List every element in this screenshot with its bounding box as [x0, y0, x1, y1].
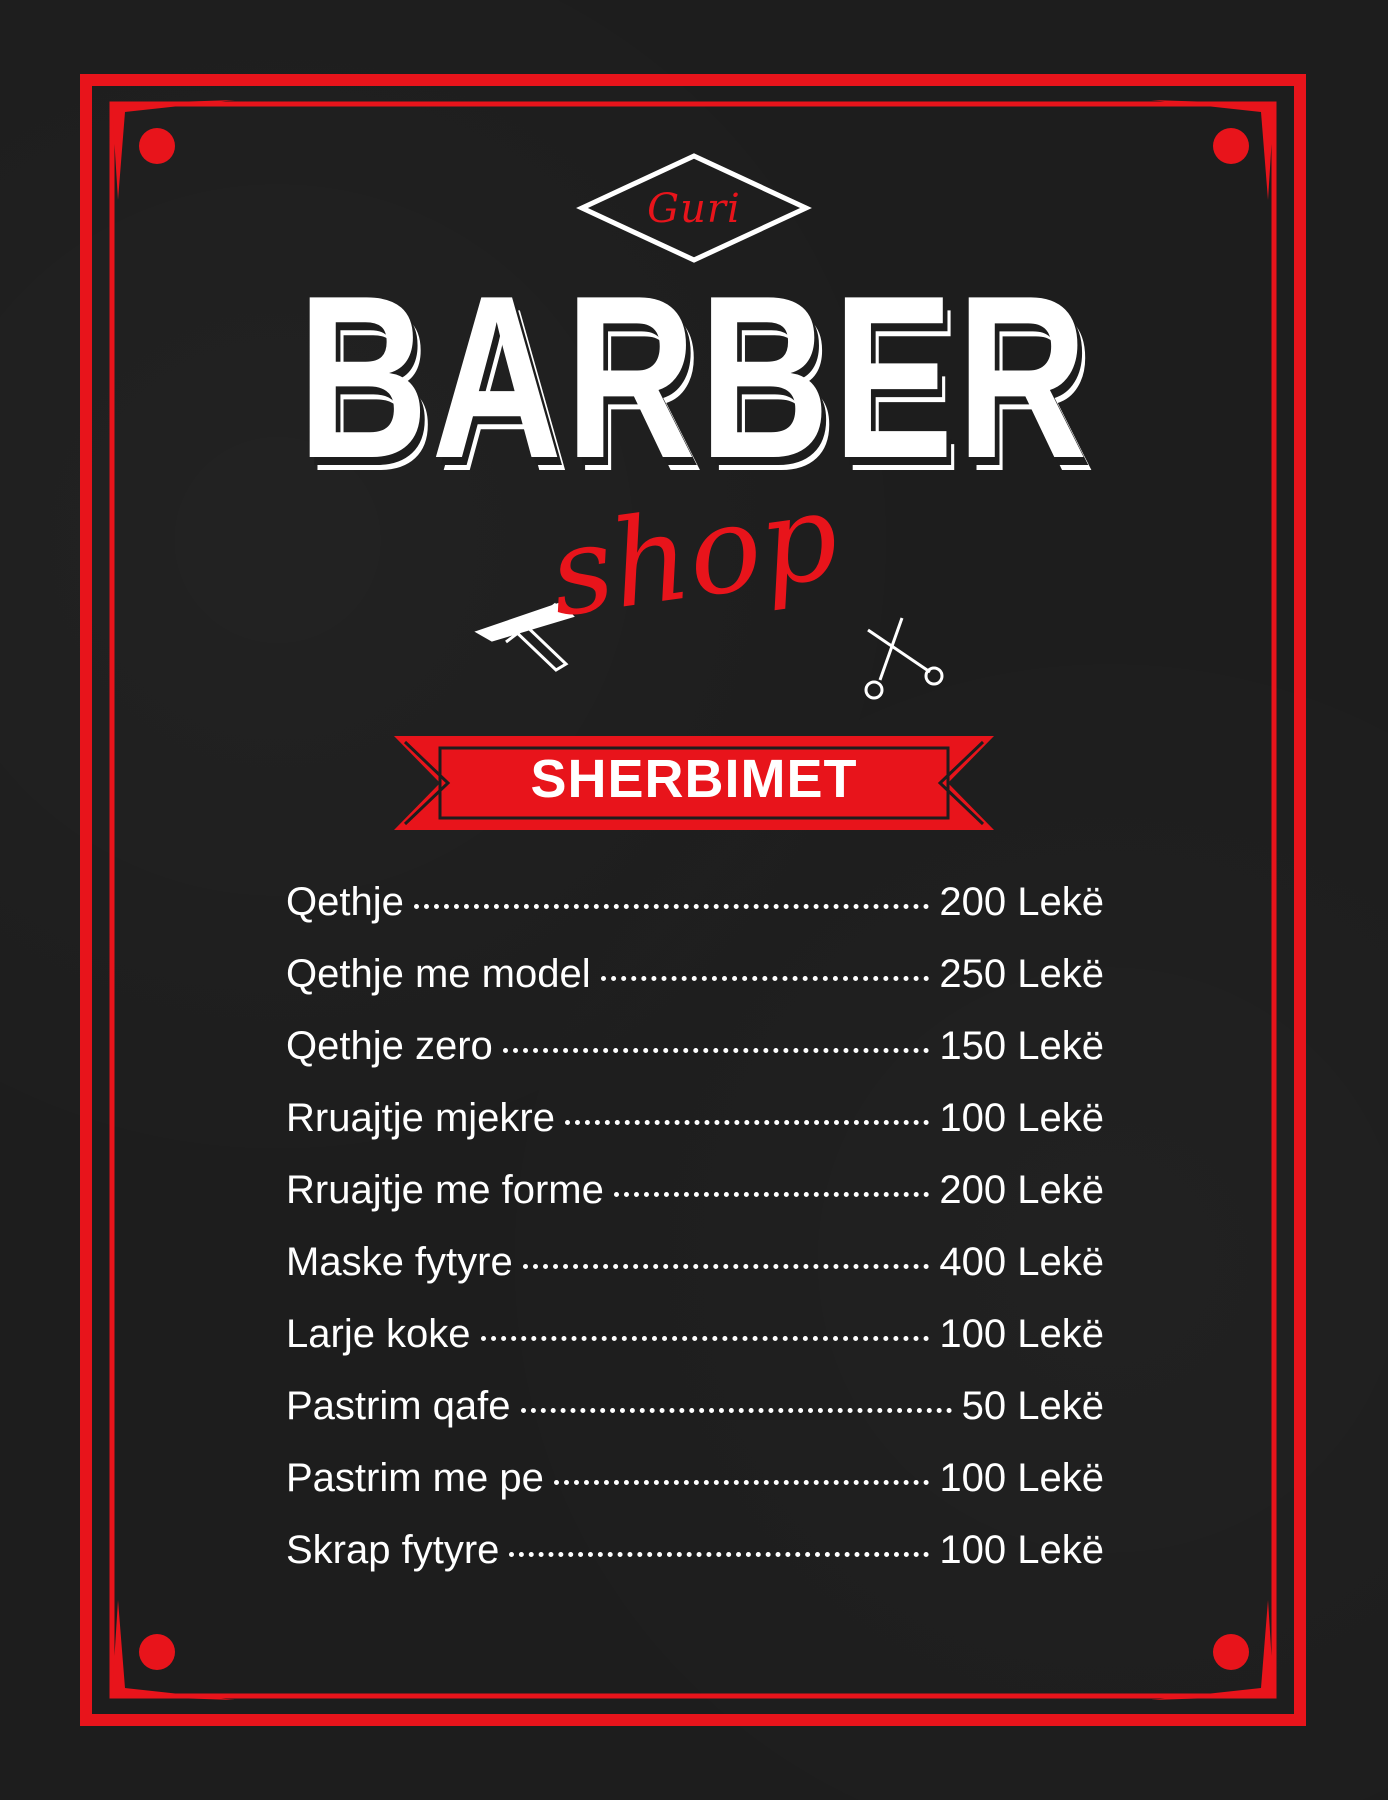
- service-name: Qethje zero: [286, 1024, 493, 1068]
- list-item: Qethje zero 150 Lekë: [286, 1024, 1104, 1096]
- service-price: 100 Lekë: [939, 1456, 1104, 1500]
- list-item: Pastrim qafe 50 Lekë: [286, 1384, 1104, 1456]
- service-name: Larje koke: [286, 1312, 471, 1356]
- service-price: 50 Lekë: [961, 1384, 1104, 1428]
- brand-small-name: Guri: [647, 186, 741, 232]
- service-name: Pastrim me pe: [286, 1456, 544, 1500]
- service-name: Qethje: [286, 880, 404, 924]
- service-name: Skrap fytyre: [286, 1528, 500, 1572]
- list-item: Qethje 200 Lekë: [286, 880, 1104, 952]
- list-item: Maske fytyre 400 Lekë: [286, 1240, 1104, 1312]
- service-name: Qethje me model: [286, 952, 591, 996]
- corner-dot-top-left: [139, 128, 175, 164]
- dot-leader: [553, 1480, 930, 1485]
- dot-leader: [613, 1192, 930, 1197]
- service-price: 100 Lekë: [939, 1312, 1104, 1356]
- service-price: 150 Lekë: [939, 1024, 1104, 1068]
- list-item: Skrap fytyre 100 Lekë: [286, 1528, 1104, 1600]
- dot-leader: [509, 1552, 930, 1557]
- service-name: Rruajtje me forme: [286, 1168, 604, 1212]
- dot-leader: [564, 1120, 930, 1125]
- service-price: 400 Lekë: [939, 1240, 1104, 1284]
- dot-leader: [502, 1048, 930, 1053]
- service-price: 250 Lekë: [939, 952, 1104, 996]
- dot-leader: [480, 1336, 930, 1341]
- service-price: 100 Lekë: [939, 1528, 1104, 1572]
- scissors-icon: [864, 617, 944, 700]
- list-item: Larje koke 100 Lekë: [286, 1312, 1104, 1384]
- dot-leader: [522, 1264, 930, 1269]
- service-price: 100 Lekë: [939, 1096, 1104, 1140]
- list-item: Qethje me model 250 Lekë: [286, 952, 1104, 1024]
- section-title: SHERBIMET: [530, 749, 858, 809]
- list-item: Rruajtje mjekre 100 Lekë: [286, 1096, 1104, 1168]
- service-name: Rruajtje mjekre: [286, 1096, 555, 1140]
- service-price: 200 Lekë: [939, 1168, 1104, 1212]
- dot-leader: [600, 976, 930, 981]
- service-name: Pastrim qafe: [286, 1384, 511, 1428]
- service-name: Maske fytyre: [286, 1240, 513, 1284]
- services-list: Qethje 200 Lekë Qethje me model 250 Lekë…: [286, 880, 1104, 1600]
- list-item: Rruajtje me forme 200 Lekë: [286, 1168, 1104, 1240]
- corner-dot-top-right: [1213, 128, 1249, 164]
- service-price: 200 Lekë: [939, 880, 1104, 924]
- corner-dot-bottom-left: [139, 1634, 175, 1670]
- list-item: Pastrim me pe 100 Lekë: [286, 1456, 1104, 1528]
- dot-leader: [520, 1408, 952, 1413]
- dot-leader: [413, 904, 930, 909]
- corner-dot-bottom-right: [1213, 1634, 1249, 1670]
- menu-poster: Guri BARBER shop SHERBIMET Qethje 200 Le…: [0, 0, 1388, 1800]
